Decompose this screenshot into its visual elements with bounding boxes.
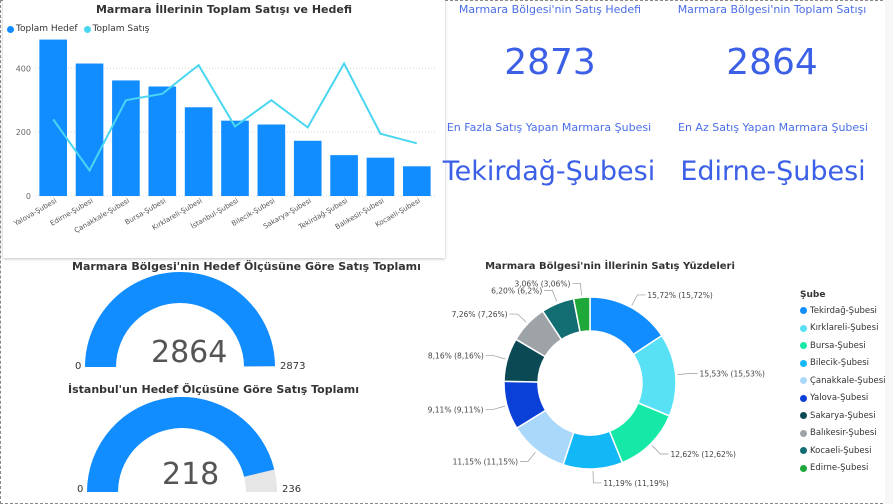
slice-data-label: 7,26% (7,26%) — [452, 310, 508, 319]
donut-legend-item[interactable]: Balıkesir-Şubesi — [800, 425, 886, 443]
bar[interactable] — [293, 140, 322, 196]
istanbul-gauge-max: 236 — [282, 484, 302, 495]
legend-marker — [800, 464, 807, 472]
legend-marker — [800, 429, 807, 437]
bar[interactable] — [403, 166, 431, 196]
legend-label: Çanakkale-Şubesi — [810, 375, 886, 386]
donut-legend-item[interactable]: Kırklareli-Şubesi — [800, 320, 886, 338]
bar[interactable] — [75, 63, 104, 197]
region-gauge-min: 0 — [75, 361, 82, 372]
istanbul-gauge-min: 0 — [77, 484, 84, 495]
legend-label: Kocaeli-Şubesi — [810, 445, 872, 456]
region-gauge-value: 2864 — [151, 335, 228, 370]
slice-data-label: 11,19% (11,19%) — [603, 479, 669, 488]
leader-line — [520, 451, 536, 462]
legend-label: Kırklareli-Şubesi — [810, 323, 879, 334]
donut-chart[interactable]: Marmara Bölgesi'nin İllerinin Satış Yüzd… — [420, 258, 800, 498]
donut-legend-item[interactable]: Sakarya-Şubesi — [800, 407, 886, 425]
donut-chart-plot: 15,72% (15,72%) 15,53% (15,53%) 12,62% (12… — [428, 279, 766, 488]
donut-legend-item[interactable]: Yalova-Şubesi — [800, 390, 886, 408]
donut-legend-item[interactable]: Kocaeli-Şubesi — [800, 442, 886, 460]
donut-legend-item[interactable]: Çanakkale-Şubesi — [800, 372, 886, 390]
region-gauge[interactable]: Marmara Bölgesi'nin Hedef Ölçüsüne Göre … — [40, 260, 421, 375]
region-gauge-max: 2873 — [280, 361, 306, 372]
legend-marker — [800, 377, 807, 385]
slice-data-label: 12,62% (12,62%) — [670, 450, 736, 459]
legend-label: Sakarya-Şubesi — [810, 410, 876, 421]
max-branch-value: Tekirdağ-Şubesi — [442, 156, 656, 187]
legend-label: Bursa-Şubesi — [810, 340, 866, 351]
donut-legend-title: Şube — [800, 290, 826, 300]
slice-data-label: 3,06% (3,06%) — [515, 279, 571, 288]
slice-data-label: 15,72% (15,72%) — [647, 291, 713, 300]
legend-marker — [800, 447, 807, 455]
leader-line — [592, 470, 602, 484]
bar[interactable] — [330, 155, 358, 196]
leader-line — [544, 290, 558, 302]
donut-legend-item[interactable]: Bilecik-Şubesi — [800, 355, 886, 373]
istanbul-gauge-value: 218 — [162, 457, 220, 492]
bar[interactable] — [148, 86, 177, 196]
bar[interactable] — [366, 157, 395, 196]
target-card-value: 2873 — [504, 42, 596, 83]
bar[interactable] — [257, 124, 286, 196]
combo-chart[interactable]: Marmara İllerinin Toplam Satışı ve Hedef… — [3, 0, 445, 258]
legend-label: Balıkesir-Şubesi — [810, 428, 877, 439]
bar[interactable] — [184, 107, 213, 196]
leader-line — [572, 283, 582, 296]
slice-data-label: 9,11% (9,11%) — [428, 405, 484, 414]
leader-line — [651, 445, 669, 455]
legend-marker — [800, 307, 807, 315]
leader-line — [509, 313, 527, 323]
min-branch-title: En Az Satış Yapan Marmara Şubesi — [678, 121, 868, 134]
y-tick-label: 0 — [26, 192, 31, 201]
legend-label: Edirne-Şubesi — [810, 463, 869, 474]
slice-data-label: 8,16% (8,16%) — [428, 352, 484, 361]
istanbul-gauge[interactable]: İstanbul'un Hedef Ölçüsüne Göre Satış To… — [40, 382, 370, 500]
legend-marker — [800, 324, 807, 332]
max-branch-title: En Fazla Satış Yapan Marmara Şubesi — [446, 121, 652, 134]
min-branch-value: Edirne-Şubesi — [680, 156, 866, 187]
target-card-title: Marmara Bölgesi'nin Satış Hedefi — [458, 3, 642, 16]
sales-card-value: 2864 — [726, 42, 818, 83]
y-tick-label: 200 — [16, 128, 31, 137]
legend-marker — [800, 394, 807, 402]
legend-marker — [800, 412, 807, 420]
legend-label: Yalova-Şubesi — [810, 393, 869, 404]
bar[interactable] — [39, 39, 67, 197]
donut-legend-item[interactable]: Tekirdağ-Şubesi — [800, 302, 886, 320]
scrollbar-track[interactable] — [885, 0, 893, 504]
leader-line — [485, 355, 506, 360]
donut-legend-item[interactable]: Bursa-Şubesi — [800, 337, 886, 355]
bar[interactable] — [221, 120, 249, 196]
y-tick-label: 400 — [16, 64, 31, 73]
donut-legend-item[interactable]: Edirne-Şubesi — [800, 460, 886, 478]
sales-card-title: Marmara Bölgesi'nin Toplam Satışı — [677, 3, 867, 16]
legend-marker — [800, 359, 807, 367]
combo-chart-plot: 0200400Yalova-ŞubesiEdirne-ŞubesiÇanakka… — [12, 39, 435, 235]
legend-label: Bilecik-Şubesi — [810, 358, 870, 369]
slice-data-label: 11,15% (11,15%) — [453, 457, 519, 466]
sales-card: Marmara Bölgesi'nin Toplam Satışı 2864 — [670, 3, 874, 103]
leader-line — [677, 373, 698, 375]
legend-marker — [800, 342, 807, 350]
target-card: Marmara Bölgesi'nin Satış Hedefi 2873 — [448, 3, 652, 103]
min-branch-card: En Az Satış Yapan Marmara Şubesi Edirne-… — [664, 121, 882, 211]
leader-line — [631, 294, 646, 306]
legend-label: Tekirdağ-Şubesi — [810, 305, 877, 316]
leader-line — [485, 405, 506, 410]
slice-data-label: 15,53% (15,53%) — [700, 369, 766, 378]
max-branch-card: En Fazla Satış Yapan Marmara Şubesi Teki… — [440, 121, 658, 211]
donut-legend: Şube Tekirdağ-Şubesi Kırklareli-Şubesi Bur… — [800, 290, 886, 477]
